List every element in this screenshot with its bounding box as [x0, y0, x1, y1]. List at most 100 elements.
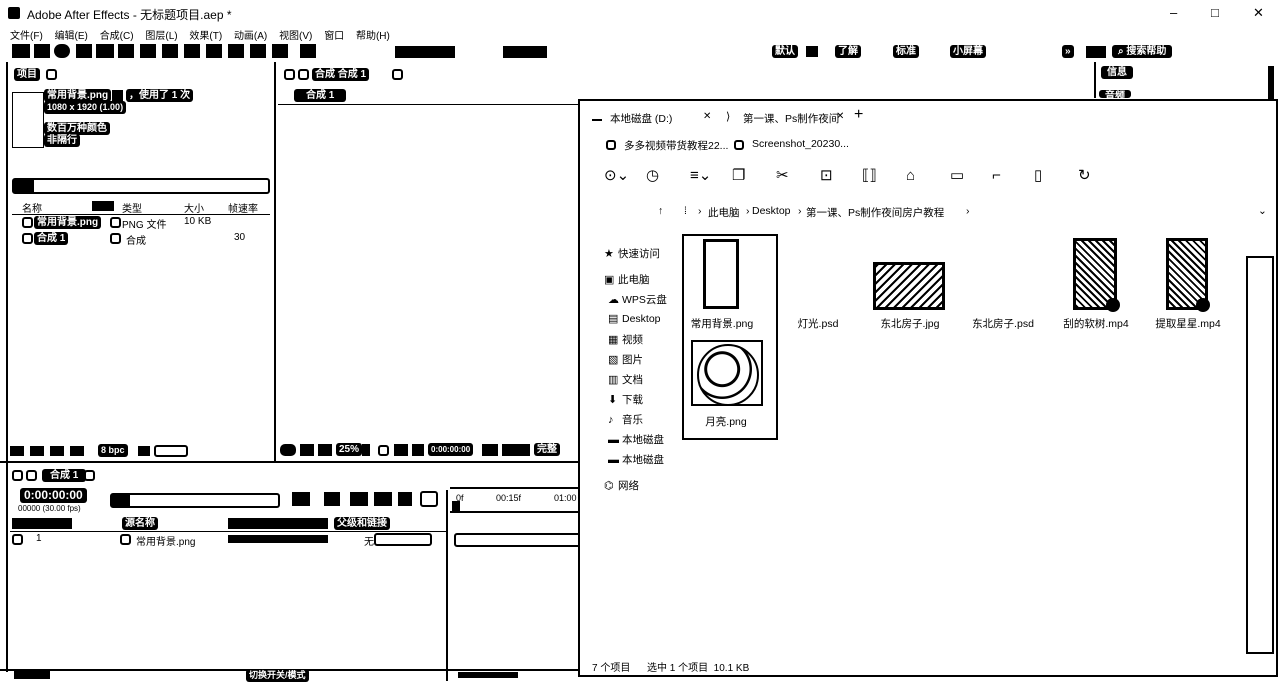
- snap-icon[interactable]: [395, 46, 455, 58]
- audio-panel-tab[interactable]: 音频: [1099, 90, 1131, 98]
- table-row[interactable]: 1 常用背景.png 无: [10, 533, 446, 548]
- zoom-dropdown-icon[interactable]: [362, 444, 370, 456]
- workspace-edit-icon[interactable]: [806, 46, 818, 57]
- project-menu-icon[interactable]: [46, 69, 57, 80]
- bpc-label[interactable]: 8 bpc: [98, 444, 128, 457]
- nav-local-disk-c[interactable]: ▬ 本地磁盘: [608, 432, 664, 447]
- nav-wps-cloud[interactable]: ☁ WPS云盘: [608, 292, 667, 307]
- tab-close-icon[interactable]: ✕: [836, 111, 844, 122]
- nav-desktop[interactable]: ▤ Desktop: [608, 312, 661, 325]
- file-thumb[interactable]: [873, 262, 945, 310]
- sort-icon[interactable]: ▭: [950, 168, 964, 183]
- maximize-button[interactable]: □: [1211, 5, 1219, 20]
- nav-music[interactable]: ♪ 音乐: [608, 412, 643, 427]
- timeline-ruler[interactable]: 0f 00:15f 01:00: [450, 487, 584, 513]
- nav-downloads[interactable]: ⬇ 下载: [608, 392, 643, 407]
- timeline-tab[interactable]: 合成 1: [42, 469, 87, 482]
- draft-3d-icon[interactable]: [324, 492, 340, 506]
- nav-documents[interactable]: ▥ 文档: [608, 372, 643, 387]
- nav-quick-access[interactable]: ★ 快速访问: [604, 246, 660, 261]
- graph-editor-button[interactable]: [420, 491, 438, 507]
- col-fps[interactable]: 帧速率: [228, 200, 258, 215]
- rotate-tool-icon[interactable]: [76, 44, 92, 58]
- timeline-search[interactable]: [110, 493, 280, 508]
- transparency-icon[interactable]: [394, 444, 408, 456]
- refresh-icon[interactable]: ↻: [1078, 168, 1091, 183]
- col-name[interactable]: 名称: [22, 200, 42, 215]
- motion-blur-icon[interactable]: [398, 492, 412, 506]
- zoom-level[interactable]: 25%: [336, 443, 363, 456]
- type-tool-icon[interactable]: [184, 44, 200, 58]
- frame-blend-icon[interactable]: [374, 492, 392, 506]
- timeline-menu-icon[interactable]: [84, 470, 95, 481]
- new-folder-icon[interactable]: [30, 446, 44, 456]
- workspace-learn[interactable]: 了解: [835, 45, 861, 58]
- resolution-quality[interactable]: 完整: [534, 443, 560, 456]
- menu-layer[interactable]: 图层(L): [145, 31, 177, 42]
- layer-switch-icons[interactable]: [228, 535, 328, 543]
- workspace-small[interactable]: 小屏幕: [950, 45, 986, 58]
- info-panel-tab[interactable]: 信息: [1101, 66, 1133, 79]
- parent-value[interactable]: 无: [364, 533, 374, 548]
- clock-icon[interactable]: ◷: [646, 168, 659, 183]
- menu-window[interactable]: 窗口: [324, 31, 344, 42]
- timeline-lock-icon[interactable]: [26, 470, 37, 481]
- new-icon[interactable]: ⊙⌄: [604, 168, 629, 183]
- workspace-default[interactable]: 默认: [772, 45, 798, 58]
- zoom-slider-icon[interactable]: [458, 672, 518, 678]
- file-label[interactable]: 灯光.psd: [770, 316, 866, 331]
- project-search-bar[interactable]: [12, 178, 270, 194]
- subtab-screenshot[interactable]: Screenshot_20230...: [752, 138, 849, 150]
- crop-icon[interactable]: ⊡: [820, 168, 833, 183]
- panel-toggle-icon[interactable]: [1086, 46, 1106, 58]
- breadcrumb-pc[interactable]: 此电脑: [708, 205, 740, 220]
- menu-effect[interactable]: 效果(T): [189, 31, 222, 42]
- pen-tool-icon[interactable]: [162, 44, 178, 58]
- file-label[interactable]: 提取星星.mp4: [1140, 316, 1236, 331]
- project-scrollbar[interactable]: [154, 445, 188, 457]
- comp-tab[interactable]: 合成 1: [294, 89, 347, 102]
- grid-icon[interactable]: [300, 444, 314, 456]
- address-bar[interactable]: ↑ ⁞ › 此电脑 › Desktop › 第一课、Ps制作夜间房户教程 › ⌄: [580, 205, 1276, 223]
- minimize-button[interactable]: –: [1170, 5, 1177, 20]
- delete-icon[interactable]: [138, 446, 150, 456]
- col-source-name[interactable]: 源名称: [122, 517, 158, 530]
- workspace-standard[interactable]: 标准: [893, 45, 919, 58]
- footer-icons[interactable]: [14, 671, 50, 679]
- bracket-icon[interactable]: ⟦⟧: [862, 168, 877, 183]
- subtab-tutorial[interactable]: 多多视频带货教程22...: [624, 138, 728, 153]
- file-label[interactable]: 刮的软树.mp4: [1048, 316, 1144, 331]
- layer-bar[interactable]: [454, 533, 584, 547]
- col-type[interactable]: 类型: [122, 200, 142, 215]
- trash-icon[interactable]: ⌂: [906, 168, 915, 183]
- breadcrumb-folder[interactable]: 第一课、Ps制作夜间房户教程: [806, 205, 944, 220]
- playhead-icon[interactable]: [452, 501, 460, 513]
- puppet-tool-icon[interactable]: [300, 44, 316, 58]
- menu-help[interactable]: 帮助(H): [356, 31, 390, 42]
- asset-dropdown-icon[interactable]: [112, 90, 123, 101]
- tab-lesson[interactable]: 第一课、Ps制作夜间: [743, 111, 839, 126]
- align-icon[interactable]: [503, 46, 547, 58]
- project-tab[interactable]: 项目: [14, 68, 40, 81]
- crop-tool-icon[interactable]: ⌐: [992, 168, 1001, 183]
- timeline-timecode[interactable]: 0:00:00:00: [20, 488, 87, 503]
- parent-dropdown[interactable]: [374, 533, 432, 546]
- nav-pictures[interactable]: ▧ 图片: [608, 352, 643, 367]
- channel-icon[interactable]: [502, 444, 530, 456]
- lock-icon[interactable]: [298, 69, 309, 80]
- col-size[interactable]: 大小: [184, 200, 204, 215]
- col-parent[interactable]: 父级和链接: [334, 517, 390, 530]
- roto-tool-icon[interactable]: [272, 44, 288, 58]
- clone-tool-icon[interactable]: [228, 44, 244, 58]
- zoom-tool-icon[interactable]: [54, 44, 70, 58]
- explorer-scrollbar[interactable]: [1246, 256, 1274, 654]
- interpret-footage-icon[interactable]: [10, 446, 24, 456]
- camera-snapshot-icon[interactable]: [412, 444, 424, 456]
- table-row[interactable]: 合成 1 合成 30: [12, 232, 270, 247]
- breadcrumb-desktop[interactable]: Desktop: [752, 205, 791, 217]
- new-comp-icon[interactable]: [50, 446, 64, 456]
- selection-tool-icon[interactable]: [12, 44, 30, 58]
- mask-icon[interactable]: [318, 444, 332, 456]
- file-label[interactable]: 月亮.png: [678, 414, 774, 429]
- file-label[interactable]: 东北房子.psd: [955, 316, 1051, 331]
